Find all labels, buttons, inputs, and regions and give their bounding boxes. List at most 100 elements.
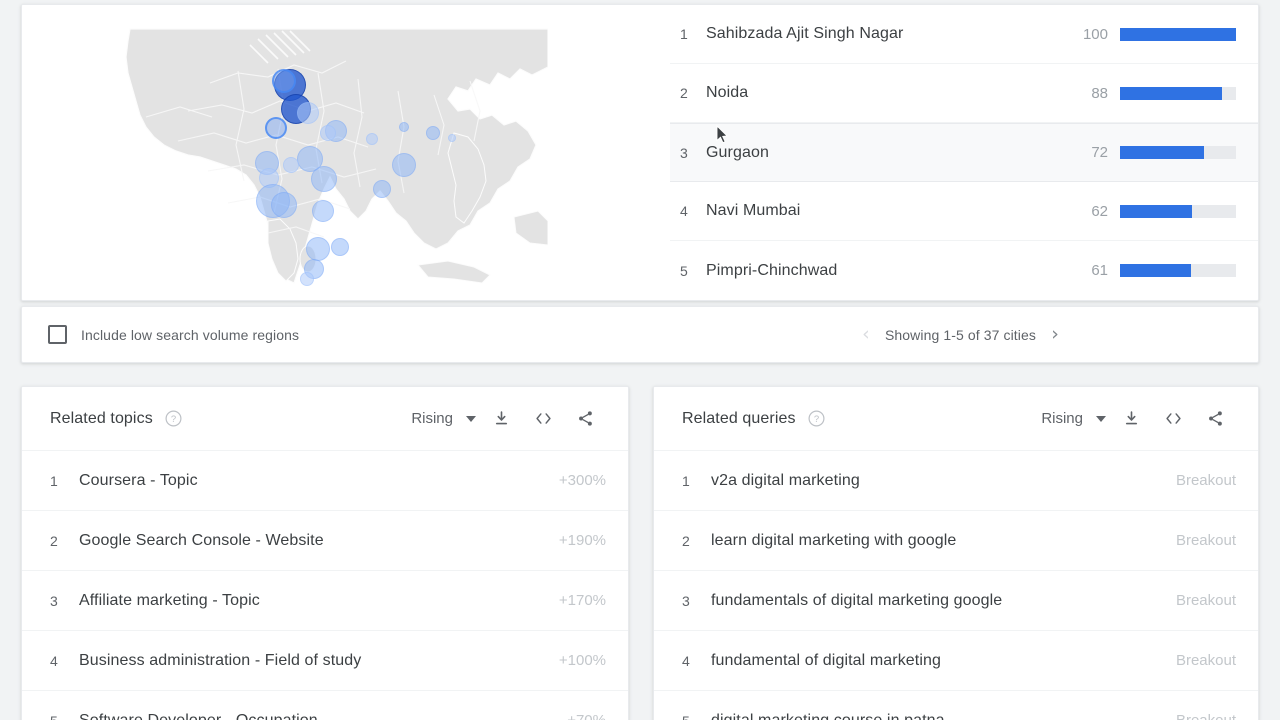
related-query-value: Breakout (1175, 592, 1236, 609)
related-topics-header: Related topics ? Rising (22, 387, 628, 451)
related-query-value: Breakout (1175, 532, 1236, 549)
related-query-rank: 1 (682, 472, 690, 489)
related-topic-row[interactable]: 1 Coursera - Topic +300% (22, 451, 628, 511)
city-row[interactable]: 4 Navi Mumbai 62 (670, 182, 1258, 242)
share-icon[interactable] (564, 400, 606, 438)
include-low-volume-checkbox[interactable]: Include low search volume regions (48, 325, 299, 344)
pagination: ‹ Showing 1-5 of 37 cities › (853, 322, 1068, 348)
map-bubble[interactable] (306, 237, 330, 261)
map-bubble[interactable] (271, 192, 297, 218)
queries-sort-dropdown[interactable]: Rising (1041, 410, 1110, 427)
related-topics-tools: Rising (411, 400, 606, 438)
city-value: 72 (1091, 144, 1108, 161)
map-bubble[interactable] (311, 166, 337, 192)
map-bubble[interactable] (366, 133, 378, 145)
city-row[interactable]: 2 Noida 88 (670, 64, 1258, 123)
map-bubble[interactable] (272, 69, 296, 93)
city-bar-fill (1120, 204, 1192, 218)
related-queries-card: Related queries ? Rising 1 v2a digital m… (653, 386, 1259, 720)
city-value: 100 (1082, 25, 1108, 43)
map-bubble[interactable] (426, 126, 440, 140)
region-map[interactable] (118, 21, 548, 289)
related-topic-row[interactable]: 2 Google Search Console - Website +190% (22, 511, 628, 571)
city-bar-track (1120, 264, 1236, 277)
city-ranking-list: 1 Sahibzada Ajit Singh Nagar 100 2 Noida 88 3 G… (670, 5, 1258, 300)
city-bar-track (1120, 86, 1236, 100)
related-topic-label: Business administration - Field of study (79, 651, 362, 669)
city-rank: 3 (680, 144, 688, 161)
related-query-row[interactable]: 5digital marketing course in patna Breako… (654, 691, 1258, 720)
city-value: 62 (1091, 202, 1108, 220)
map-bubble[interactable] (300, 272, 314, 286)
share-icon[interactable] (1194, 400, 1236, 438)
city-rank: 2 (680, 85, 688, 101)
queries-sort-label: Rising (1041, 410, 1083, 427)
map-bubble[interactable] (399, 122, 409, 132)
interest-by-region-card: 1 Sahibzada Ajit Singh Nagar 100 2 Noida 88 3 G… (21, 4, 1259, 301)
download-icon[interactable] (480, 400, 522, 438)
checkbox-box[interactable] (48, 325, 67, 344)
city-bar-fill (1120, 146, 1204, 159)
city-rank: 4 (680, 203, 688, 220)
checkbox-label: Include low search volume regions (81, 326, 300, 343)
chevron-down-icon (466, 415, 476, 422)
city-row[interactable]: 5 Pimpri-Chinchwad 61 (670, 241, 1258, 300)
map-bubble[interactable] (331, 238, 349, 256)
related-queries-header: Related queries ? Rising (654, 387, 1258, 451)
related-query-label: fundamental of digital marketing (711, 651, 941, 669)
related-query-rank: 2 (682, 532, 690, 549)
svg-text:?: ? (171, 414, 176, 425)
city-name: Navi Mumbai (706, 202, 801, 220)
related-topic-row[interactable]: 5Software Developer - Occupation +70% (22, 691, 628, 720)
map-bubble[interactable] (283, 157, 299, 173)
related-queries-tools: Rising (1041, 400, 1236, 438)
related-topics-list: 1 Coursera - Topic +300% 2 Google Search Con… (22, 451, 628, 720)
related-query-value: Breakout (1176, 712, 1236, 720)
related-query-row[interactable]: 2 learn digital marketing with google Brea… (654, 511, 1258, 571)
chevron-down-icon (1096, 415, 1106, 422)
related-topic-rank: 5 (50, 713, 79, 720)
related-topic-rank: 3 (50, 592, 58, 609)
map-bubble[interactable] (373, 180, 391, 198)
city-name: Pimpri-Chinchwad (706, 261, 838, 279)
help-circle-icon[interactable]: ? (165, 410, 182, 427)
related-topic-row[interactable]: 3 Affiliate marketing - Topic +170% (22, 571, 628, 631)
map-bubble[interactable] (312, 200, 334, 222)
related-topic-value: +190% (558, 532, 606, 549)
map-pane[interactable] (22, 5, 670, 300)
download-icon[interactable] (1110, 400, 1152, 438)
google-trends-page: 1 Sahibzada Ajit Singh Nagar 100 2 Noida 88 3 G… (0, 0, 1280, 720)
map-bubble[interactable] (392, 153, 416, 177)
embed-code-icon[interactable] (522, 400, 564, 438)
city-name: Sahibzada Ajit Singh Nagar (706, 25, 904, 42)
city-value: 61 (1091, 262, 1108, 279)
topics-sort-dropdown[interactable]: Rising (411, 410, 480, 427)
related-topic-value: +300% (558, 472, 606, 489)
related-topic-value: +170% (558, 592, 606, 609)
related-query-row[interactable]: 4 fundamental of digital marketing Breakou… (654, 631, 1258, 691)
related-query-label: v2a digital marketing (711, 471, 860, 489)
help-circle-icon[interactable]: ? (808, 410, 825, 427)
embed-code-icon[interactable] (1152, 400, 1194, 438)
next-page-icon[interactable]: › (1042, 322, 1068, 348)
svg-text:?: ? (813, 414, 818, 425)
prev-page-icon[interactable]: ‹ (853, 322, 879, 348)
related-query-row[interactable]: 3 fundamentals of digital marketing googl… (654, 571, 1258, 631)
map-bubble[interactable] (320, 125, 336, 141)
city-row[interactable]: 1 Sahibzada Ajit Singh Nagar 100 (670, 5, 1258, 64)
city-row[interactable]: 3 Gurgaon 72 (670, 123, 1258, 183)
related-query-row[interactable]: 1 v2a digital marketing Breakout (654, 451, 1258, 511)
related-topic-rank: 1 (50, 472, 58, 489)
related-topic-row[interactable]: 4 Business administration - Field of stud… (22, 631, 628, 691)
city-name: Gurgaon (706, 143, 769, 161)
related-queries-title: Related queries (682, 409, 796, 427)
city-value: 88 (1091, 84, 1108, 102)
map-bubble[interactable] (265, 117, 287, 139)
map-bubble[interactable] (448, 134, 456, 142)
related-query-rank: 4 (682, 652, 690, 669)
city-name: Noida (706, 84, 749, 101)
city-bar-fill (1120, 86, 1223, 100)
related-topic-label: Software Developer - Occupation (79, 711, 318, 720)
city-rank: 1 (680, 26, 688, 42)
map-bubble[interactable] (297, 102, 319, 124)
